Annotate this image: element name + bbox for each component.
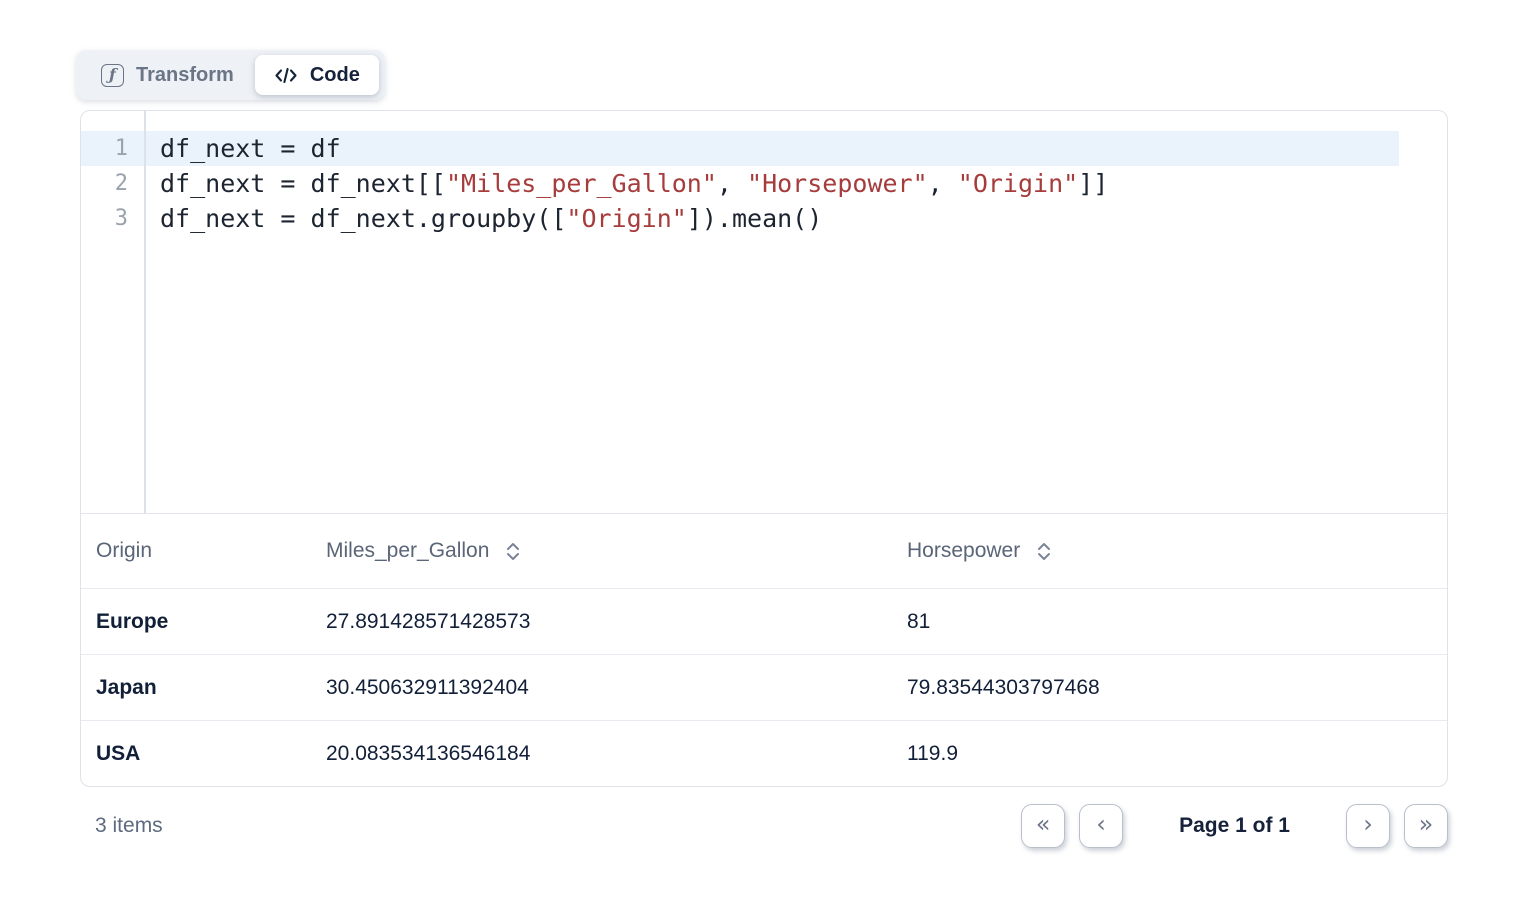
- tab-code-label: Code: [310, 64, 360, 87]
- cell-horsepower: 119.9: [892, 742, 1447, 766]
- last-page-icon: »: [1419, 812, 1434, 836]
- code-editor-lines: 1 df_next = df 2 df_next = df_next[["Mil…: [81, 131, 1399, 236]
- cell-horsepower: 81: [892, 610, 1447, 634]
- previous-page-icon: ‹: [1096, 812, 1106, 836]
- table-row: USA 20.083534136546184 119.9: [81, 720, 1447, 786]
- view-mode-tabbar: ƒ Transform Code: [76, 50, 385, 100]
- line-number: 1: [81, 131, 144, 166]
- column-header-horsepower: Horsepower: [892, 539, 1447, 563]
- page-indicator: Page 1 of 1: [1179, 814, 1290, 838]
- code-line-text: df_next = df: [144, 131, 341, 166]
- column-header-label: Horsepower: [907, 539, 1020, 563]
- code-line: 3 df_next = df_next.groupby(["Origin"]).…: [81, 201, 1399, 236]
- first-page-button[interactable]: «: [1021, 804, 1065, 848]
- first-page-icon: «: [1036, 812, 1051, 836]
- next-page-button[interactable]: ›: [1346, 804, 1390, 848]
- column-header-origin: Origin: [81, 539, 311, 563]
- tab-code[interactable]: Code: [255, 55, 379, 95]
- gutter-divider: [144, 111, 146, 513]
- sort-icon[interactable]: [505, 541, 521, 562]
- previous-page-button[interactable]: ‹: [1079, 804, 1123, 848]
- code-line-text: df_next = df_next[["Miles_per_Gallon", "…: [144, 166, 1108, 201]
- table-header-row: Origin Miles_per_Gallon Horsepower: [81, 514, 1447, 588]
- results-table: Origin Miles_per_Gallon Horsepower: [81, 513, 1447, 786]
- line-number: 2: [81, 166, 144, 201]
- pagination: « ‹ Page 1 of 1 › »: [1021, 804, 1448, 848]
- tab-transform-label: Transform: [136, 64, 234, 87]
- line-number: 3: [81, 201, 144, 236]
- column-header-label: Miles_per_Gallon: [326, 539, 489, 563]
- cell-origin: Japan: [81, 676, 311, 700]
- code-line: 2 df_next = df_next[["Miles_per_Gallon",…: [81, 166, 1399, 201]
- table-row: Europe 27.891428571428573 81: [81, 588, 1447, 654]
- code-line-text: df_next = df_next.groupby(["Origin"]).me…: [144, 201, 822, 236]
- column-header-label: Origin: [96, 539, 152, 563]
- tab-transform[interactable]: ƒ Transform: [82, 55, 253, 95]
- code-editor[interactable]: 1 df_next = df 2 df_next = df_next[["Mil…: [81, 111, 1447, 513]
- cell-miles-per-gallon: 27.891428571428573: [311, 610, 892, 634]
- code-icon: [274, 66, 298, 85]
- next-page-icon: ›: [1363, 812, 1373, 836]
- cell-origin: USA: [81, 742, 311, 766]
- function-icon: ƒ: [101, 64, 124, 87]
- cell-miles-per-gallon: 20.083534136546184: [311, 742, 892, 766]
- table-footer: 3 items « ‹ Page 1 of 1 › »: [80, 793, 1448, 859]
- cell-horsepower: 79.83544303797468: [892, 676, 1447, 700]
- sort-icon[interactable]: [1036, 541, 1052, 562]
- last-page-button[interactable]: »: [1404, 804, 1448, 848]
- column-header-miles-per-gallon: Miles_per_Gallon: [311, 539, 892, 563]
- cell-miles-per-gallon: 30.450632911392404: [311, 676, 892, 700]
- code-line: 1 df_next = df: [81, 131, 1399, 166]
- table-row: Japan 30.450632911392404 79.835443037974…: [81, 654, 1447, 720]
- code-and-results-panel: 1 df_next = df 2 df_next = df_next[["Mil…: [80, 110, 1448, 787]
- items-count: 3 items: [80, 814, 163, 838]
- cell-origin: Europe: [81, 610, 311, 634]
